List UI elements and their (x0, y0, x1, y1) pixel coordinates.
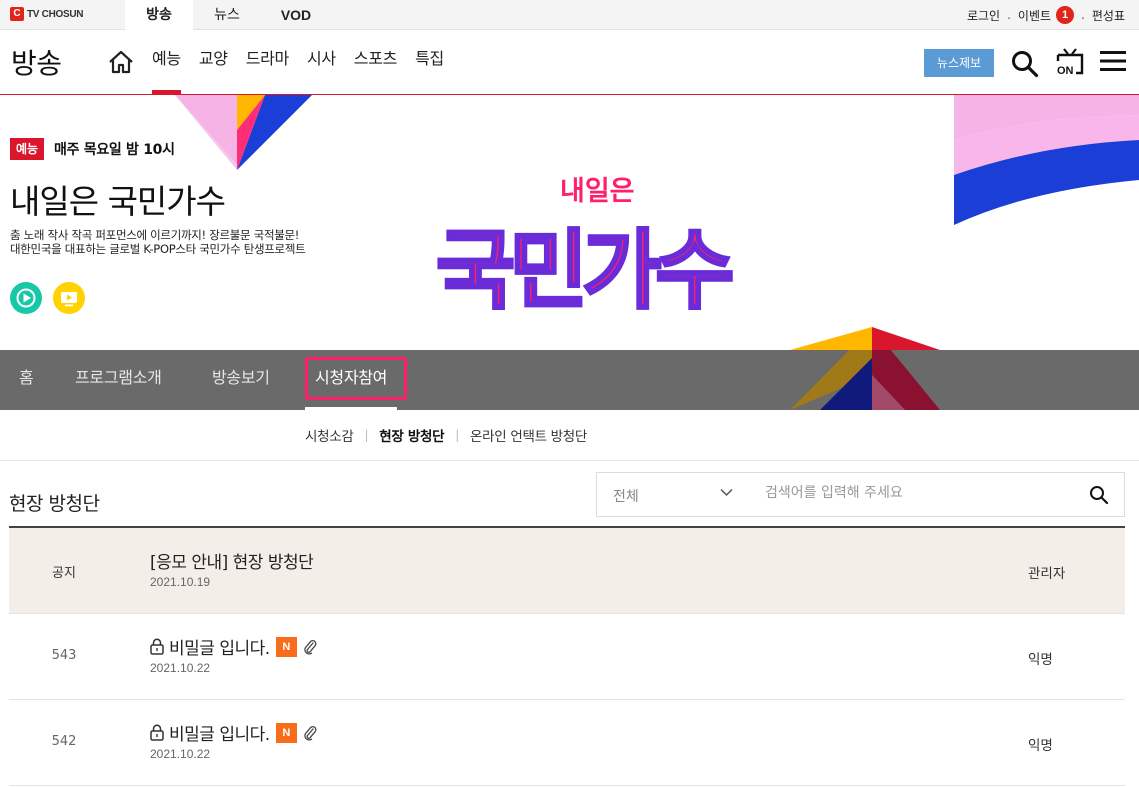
row-number: 543 (51, 648, 77, 663)
program-description: 춤 노래 작사 작곡 퍼포먼스에 이르기까지! 장르불문 국적불문! 대한민국을… (10, 228, 306, 256)
main-header: 방송 예능 교양 드라마 시사 스포츠 특집 뉴스제보 ON (0, 30, 1139, 95)
logo-text: TV CHOSUN (27, 8, 84, 20)
tab-broadcast[interactable]: 방송 (125, 0, 193, 30)
program-nav-watch[interactable]: 방송보기 (212, 350, 270, 410)
top-bar: C TV CHOSUN 방송 뉴스 VOD 로그인 . 이벤트 1 . 편성표 (0, 0, 1139, 30)
air-time: 매주 목요일 밤 10시 (54, 142, 175, 158)
home-icon[interactable] (108, 50, 134, 74)
nav-decoration (790, 350, 940, 410)
attachment-icon (303, 639, 317, 655)
program-nav-participate[interactable]: 시청자참여 (304, 350, 398, 410)
program-description-line: 춤 노래 작사 작곡 퍼포먼스에 이르기까지! 장르불문 국적불문! (10, 228, 300, 242)
new-badge: N (275, 636, 297, 657)
event-count-badge: 1 (1056, 6, 1075, 24)
row-writer: 익명 (1028, 738, 1053, 754)
program-logo: 내일은 국민가수 (436, 176, 739, 315)
nav-current-affairs[interactable]: 시사 (307, 30, 336, 94)
subnav-online-audience[interactable]: 온라인 언택트 방청단 (470, 425, 587, 445)
genre-tag: 예능 (10, 138, 44, 160)
tv-play-icon (61, 292, 77, 307)
row-date: 2021.10.22 (150, 747, 211, 761)
svg-text:내일은: 내일은 (560, 176, 635, 207)
nav-drama[interactable]: 드라마 (246, 30, 290, 94)
event-link[interactable]: 이벤트 (1018, 7, 1051, 24)
row-number: 542 (51, 734, 77, 749)
nav-special[interactable]: 특집 (415, 30, 444, 94)
table-row[interactable]: 543 비밀글 입니다. N 2021.10.22 익명 (9, 614, 1125, 700)
subnav-separator: | (364, 428, 369, 442)
row-date: 2021.10.19 (150, 575, 211, 589)
schedule-link[interactable]: 편성표 (1092, 7, 1125, 24)
top-links: 로그인 . 이벤트 1 . 편성표 (967, 0, 1125, 30)
row-date: 2021.10.22 (150, 661, 211, 675)
svg-text:국민가수: 국민가수 (436, 221, 731, 315)
search-submit-icon[interactable] (1089, 485, 1109, 505)
board-title: 현장 방청단 (9, 493, 100, 515)
play-button[interactable] (10, 282, 42, 314)
table-row[interactable]: 542 비밀글 입니다. N 2021.10.22 익명 (9, 700, 1125, 786)
row-writer: 관리자 (1028, 566, 1066, 582)
subnav-reviews[interactable]: 시청소감 (305, 425, 354, 445)
row-number: 공지 (52, 566, 76, 581)
tab-vod[interactable]: VOD (261, 0, 331, 30)
program-description-line: 대한민국을 대표하는 글로벌 K-POP스타 국민가수 탄생프로젝트 (10, 242, 306, 256)
row-title[interactable]: [응모 안내] 현장 방청단 (150, 548, 314, 573)
new-badge: N (275, 722, 297, 743)
lock-icon (150, 724, 164, 741)
search-icon[interactable] (1011, 50, 1039, 78)
divider (0, 460, 1139, 461)
top-tabs: 방송 뉴스 VOD (125, 0, 331, 30)
table-row-notice[interactable]: 공지 [응모 안내] 현장 방청단 2021.10.19 관리자 (9, 528, 1125, 614)
separator: . (1081, 8, 1085, 22)
news-tip-button[interactable]: 뉴스제보 (924, 49, 994, 77)
chevron-down-icon (720, 488, 733, 497)
sub-nav: 시청소감 | 현장 방청단 | 온라인 언택트 방청단 (305, 425, 587, 445)
login-link[interactable]: 로그인 (967, 7, 1000, 24)
program-hero: 예능 매주 목요일 밤 10시 내일은 국민가수 춤 노래 작사 작곡 퍼포먼스… (0, 95, 1139, 350)
separator: . (1007, 8, 1011, 22)
search-input[interactable] (765, 485, 1075, 501)
nav-sports[interactable]: 스포츠 (354, 30, 398, 94)
row-title-text: 비밀글 입니다. (169, 639, 270, 659)
nav-entertainment[interactable]: 예능 (152, 30, 181, 94)
svg-text:ON: ON (1057, 65, 1074, 77)
play-icon (16, 288, 36, 308)
row-title[interactable]: 비밀글 입니다. N (150, 720, 317, 745)
board-search (745, 472, 1125, 517)
row-title[interactable]: 비밀글 입니다. N (150, 634, 317, 659)
row-title-text: 비밀글 입니다. (169, 725, 270, 745)
tvchosun-logo[interactable]: C TV CHOSUN (10, 7, 84, 21)
on-air-icon[interactable]: ON (1055, 47, 1085, 77)
main-nav: 예능 교양 드라마 시사 스포츠 특집 (152, 30, 462, 94)
vod-button[interactable] (53, 282, 85, 314)
program-nav-intro[interactable]: 프로그램소개 (75, 350, 162, 410)
nav-culture[interactable]: 교양 (199, 30, 228, 94)
lock-icon (150, 638, 164, 655)
program-title: 내일은 국민가수 (10, 182, 226, 221)
program-nav: 홈 프로그램소개 방송보기 시청자참여 (0, 350, 1139, 410)
attachment-icon (303, 725, 317, 741)
filter-value: 전체 (613, 489, 639, 505)
row-writer: 익명 (1028, 652, 1053, 668)
menu-icon[interactable] (1100, 50, 1126, 72)
row-title-text: [응모 안내] 현장 방청단 (150, 553, 314, 573)
tab-news[interactable]: 뉴스 (193, 0, 261, 30)
section-title[interactable]: 방송 (11, 42, 62, 82)
tvchosun-logo-icon: C (10, 7, 24, 21)
subnav-studio-audience[interactable]: 현장 방청단 (379, 425, 444, 445)
subnav-separator: | (455, 428, 459, 442)
program-nav-home[interactable]: 홈 (19, 350, 34, 410)
